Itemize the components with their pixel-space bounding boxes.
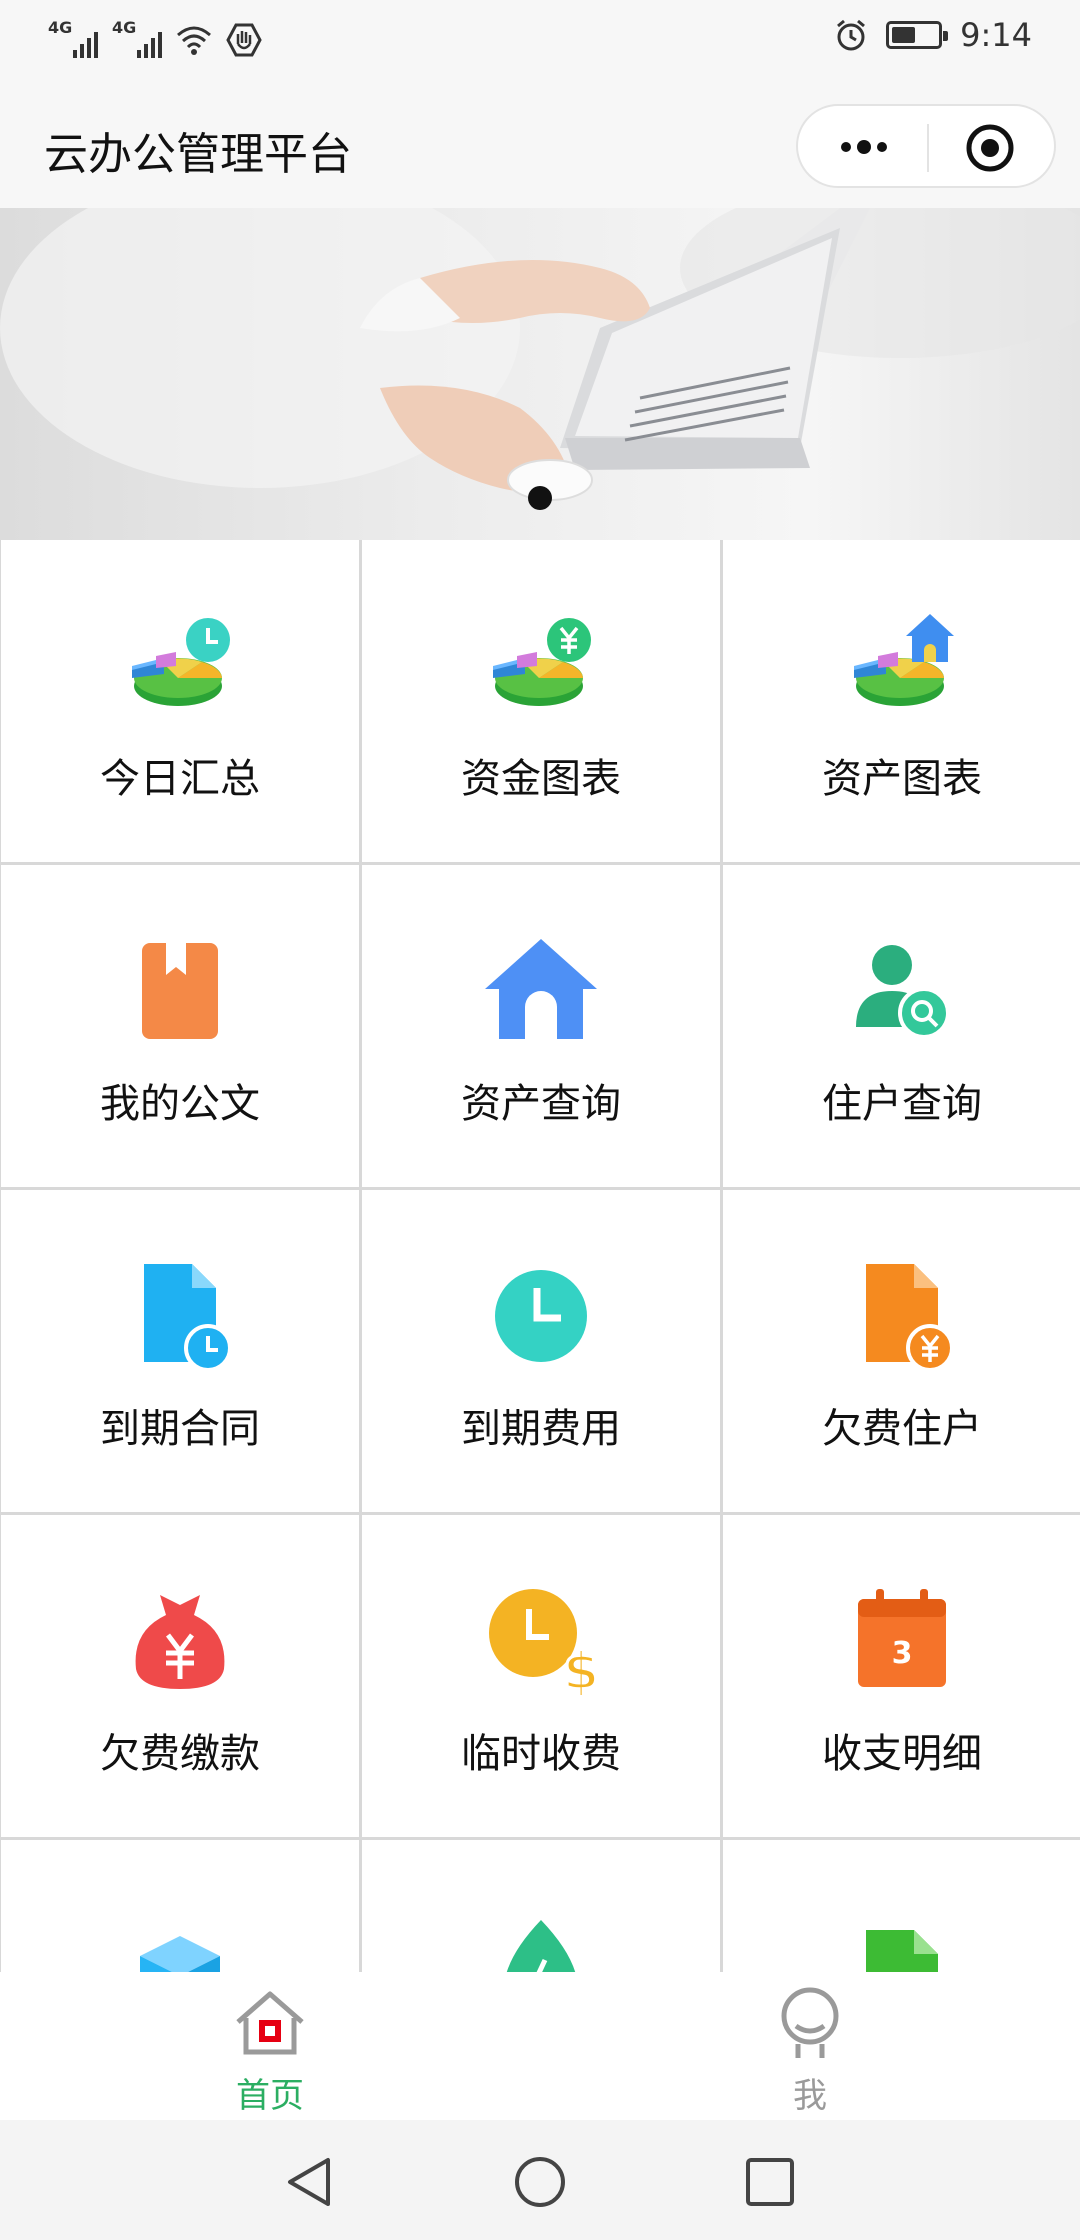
money-bag-icon	[135, 1595, 225, 1689]
grid-item-label: 欠费住户	[822, 1406, 982, 1452]
more-dots-icon[interactable]	[838, 132, 890, 162]
network-type-label: 4G	[48, 18, 73, 37]
grid-item-asset-chart[interactable]: 资产图表	[723, 540, 1080, 862]
grid-item-label: 今日汇总	[100, 756, 260, 802]
tab-bar: 首页 我	[0, 1972, 1080, 2120]
status-right: 9:14	[834, 16, 1032, 54]
banner-indicator-dot	[528, 486, 552, 510]
box-icon	[140, 1936, 220, 1972]
grid-item-resident-query[interactable]: 住户查询	[723, 865, 1080, 1187]
grid-item-label: 临时收费	[461, 1731, 621, 1777]
tab-home-label: 首页	[236, 2076, 304, 2116]
file-yen-icon	[866, 1264, 954, 1372]
calendar-day: 3	[892, 1636, 913, 1671]
hand-icon	[226, 23, 262, 57]
grid-item-my-documents[interactable]: 我的公文	[1, 865, 359, 1187]
signal-icon: 4G	[48, 18, 98, 60]
clock-icon	[495, 1270, 587, 1362]
feature-grid: 今日汇总 资金图表 资产图表 我的公文 资产查询 住户查询 到期合同 到期费用 …	[0, 540, 1080, 1972]
grid-item-expiring-fees[interactable]: 到期费用	[362, 1190, 720, 1512]
wifi-icon	[177, 26, 211, 55]
grid-item-label: 到期费用	[461, 1406, 621, 1452]
target-icon[interactable]	[964, 122, 1016, 174]
tab-home[interactable]: 首页	[170, 1982, 370, 2116]
grid-item-label: 欠费缴款	[100, 1731, 260, 1777]
home-circle-icon[interactable]	[512, 2154, 568, 2210]
pie-chart-house-icon	[854, 614, 954, 706]
grid-item-partial-3[interactable]	[723, 1840, 1080, 1972]
status-bar: 4G 4G 9:14	[0, 0, 1080, 80]
app-screen: 4G 4G 9:14 云办公管理平台 今日汇总 资金图表 资产图表 我的公文 资…	[0, 0, 1080, 2240]
status-left: 4G 4G	[48, 18, 262, 60]
grid-item-label: 我的公文	[100, 1081, 260, 1127]
status-time: 9:14	[960, 16, 1032, 54]
back-icon[interactable]	[282, 2154, 338, 2210]
grid-item-today-summary[interactable]: 今日汇总	[1, 540, 359, 862]
clock-dollar-icon: $	[489, 1589, 601, 1701]
grid-item-label: 资产查询	[461, 1081, 621, 1127]
grid-item-partial-1[interactable]	[1, 1840, 359, 1972]
grid-item-arrears-residents[interactable]: 欠费住户	[723, 1190, 1080, 1512]
user-search-icon	[856, 945, 950, 1039]
file-tool-icon	[866, 1930, 938, 1972]
user-icon	[781, 1987, 839, 2058]
grid-item-label: 资金图表	[461, 756, 621, 802]
capsule-divider	[927, 124, 929, 172]
signal-icon-2: 4G	[112, 18, 162, 60]
network-type-label-2: 4G	[112, 18, 137, 37]
grid-item-expiring-contracts[interactable]: 到期合同	[1, 1190, 359, 1512]
file-clock-icon	[144, 1264, 232, 1372]
grid-item-label: 收支明细	[822, 1731, 982, 1777]
battery-icon	[886, 21, 949, 49]
pie-chart-yen-icon	[493, 618, 591, 706]
leaf-icon	[506, 1920, 576, 1972]
pie-chart-clock-icon	[132, 618, 230, 706]
alarm-icon	[837, 19, 866, 51]
grid-item-temp-charge[interactable]: $ 临时收费	[362, 1515, 720, 1837]
grid-item-partial-2[interactable]	[362, 1840, 720, 1972]
grid-item-arrears-payment[interactable]: 欠费缴款	[1, 1515, 359, 1837]
grid-item-label: 住户查询	[822, 1081, 982, 1127]
home-icon	[236, 1991, 304, 2055]
tab-me[interactable]: 我	[710, 1982, 910, 2116]
grid-item-income-expense[interactable]: 3 收支明细	[723, 1515, 1080, 1837]
grid-item-asset-query[interactable]: 资产查询	[362, 865, 720, 1187]
capsule-menu	[796, 104, 1056, 188]
house-icon	[485, 939, 597, 1039]
grid-item-label: 到期合同	[100, 1406, 260, 1452]
system-navigation-bar	[0, 2120, 1080, 2240]
svg-text:$: $	[563, 1642, 599, 1701]
recents-icon[interactable]	[742, 2154, 798, 2210]
page-title: 云办公管理平台	[44, 129, 352, 180]
calendar-icon: 3	[858, 1589, 946, 1687]
document-icon	[142, 943, 218, 1039]
grid-item-fund-chart[interactable]: 资金图表	[362, 540, 720, 862]
grid-item-label: 资产图表	[822, 756, 982, 802]
nav-bar: 云办公管理平台	[0, 80, 1080, 208]
tab-me-label: 我	[793, 2076, 827, 2116]
